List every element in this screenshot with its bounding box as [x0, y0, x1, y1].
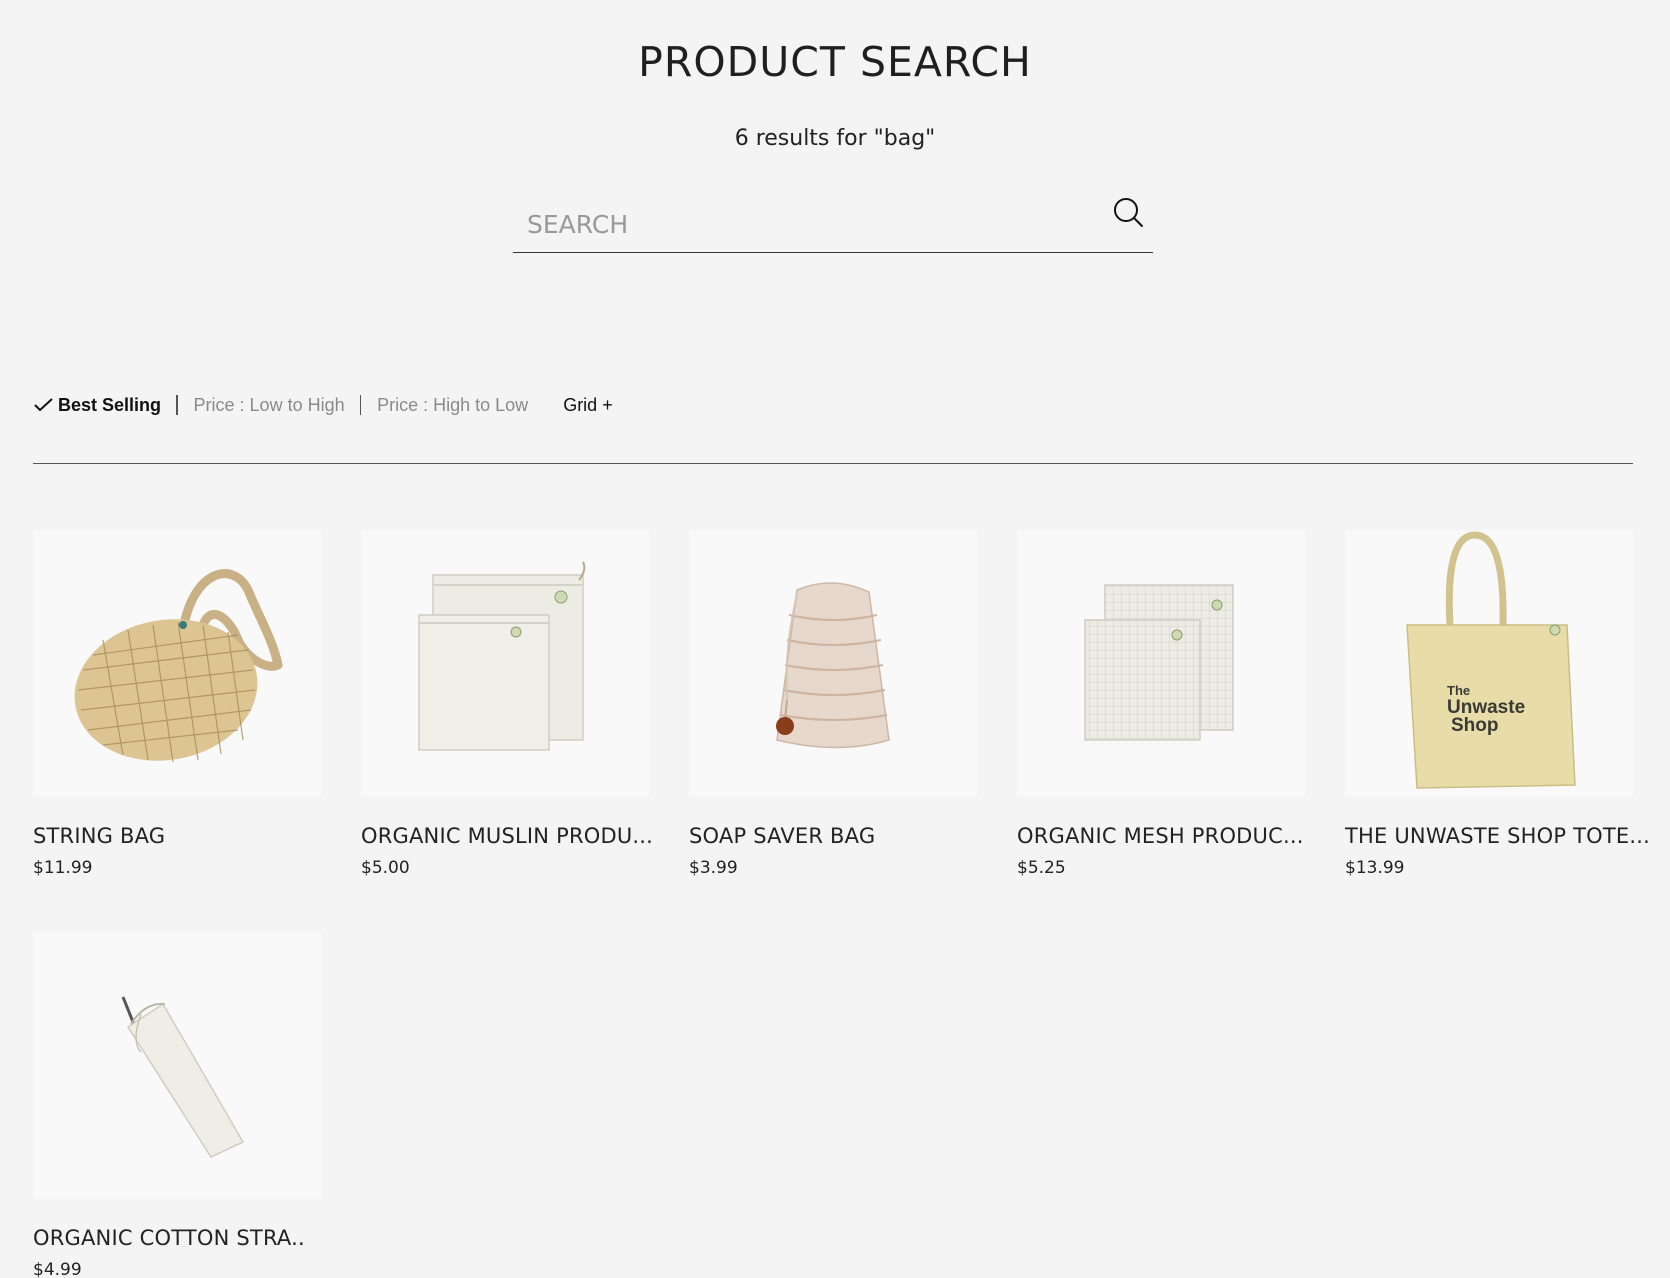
product-name[interactable]: ORGANIC MESH PRODUC... — [1017, 824, 1305, 848]
product-price: $5.00 — [361, 858, 410, 878]
tote-bag-image[interactable]: The Unwaste Shop — [1345, 530, 1633, 797]
product-card-mesh-produce-bag[interactable]: ORGANIC MESH PRODUC... $5.25 — [1017, 530, 1305, 878]
mesh-produce-bag-image[interactable] — [1017, 530, 1305, 797]
grid-toggle[interactable]: Grid + — [563, 395, 613, 416]
product-price: $3.99 — [689, 858, 738, 878]
sort-bar: Best Selling Price : Low to High Price :… — [33, 390, 613, 420]
product-price: $13.99 — [1345, 858, 1405, 878]
product-card-muslin-produce-bag[interactable]: ORGANIC MUSLIN PRODU... $5.00 — [361, 530, 653, 878]
search-bar — [513, 190, 1153, 253]
search-icon[interactable] — [1111, 196, 1145, 230]
check-icon — [34, 398, 53, 412]
product-card-tote-bag[interactable]: The Unwaste Shop THE UNWASTE SHOP TOTE..… — [1345, 530, 1650, 878]
sort-price-low-high-label: Price : Low to High — [193, 394, 345, 415]
product-card-string-bag[interactable]: STRING BAG $11.99 — [33, 530, 321, 878]
sort-separator — [359, 395, 362, 415]
product-name[interactable]: STRING BAG — [33, 824, 321, 848]
divider — [33, 463, 1633, 464]
sort-best-selling[interactable]: Best Selling — [33, 395, 161, 416]
muslin-produce-bag-image[interactable] — [361, 530, 649, 797]
tote-logo-shop: Shop — [1451, 715, 1499, 736]
string-bag-image[interactable] — [33, 530, 321, 797]
cotton-straw-bag-image[interactable] — [33, 932, 321, 1199]
product-name[interactable]: SOAP SAVER BAG — [689, 824, 977, 848]
results-count: 6 results for "bag" — [734, 126, 936, 151]
product-card-soap-saver-bag[interactable]: SOAP SAVER BAG $3.99 — [689, 530, 977, 878]
search-input[interactable] — [527, 204, 1087, 244]
product-name[interactable]: ORGANIC MUSLIN PRODU... — [361, 824, 653, 848]
sort-best-selling-label: Best Selling — [58, 394, 162, 415]
page-title: PRODUCT SEARCH — [638, 38, 1032, 86]
sort-price-high-low[interactable]: Price : High to Low — [377, 395, 528, 416]
sort-separator — [176, 395, 178, 415]
product-name[interactable]: THE UNWASTE SHOP TOTE... — [1345, 824, 1650, 848]
product-name[interactable]: ORGANIC COTTON STRA.. — [33, 1226, 321, 1250]
soap-saver-bag-image[interactable] — [689, 530, 977, 797]
product-price: $5.25 — [1017, 858, 1066, 878]
product-price: $11.99 — [33, 858, 93, 878]
product-card-cotton-straw-bag[interactable]: ORGANIC COTTON STRA.. $4.99 — [33, 932, 321, 1278]
tote-logo-the: The — [1447, 683, 1470, 698]
product-price: $4.99 — [33, 1260, 82, 1278]
sort-price-high-low-label: Price : High to Low — [377, 394, 529, 415]
sort-price-low-high[interactable]: Price : Low to High — [194, 395, 345, 416]
